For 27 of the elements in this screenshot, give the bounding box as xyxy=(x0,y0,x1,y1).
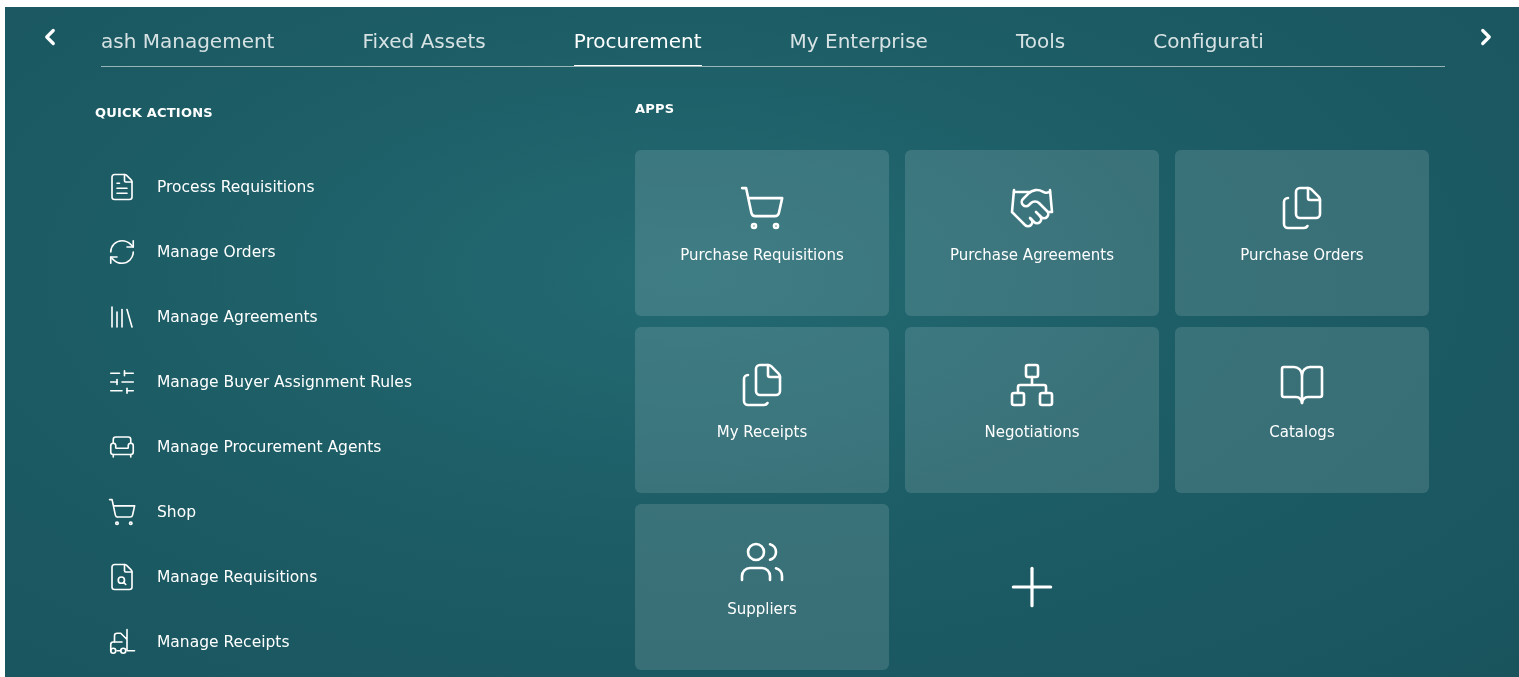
quick-action-link[interactable]: Manage Agreements xyxy=(107,284,635,349)
quick-action-link[interactable]: Manage Buyer Assignment Rules xyxy=(107,349,635,414)
app-tile[interactable]: Purchase Agreements xyxy=(905,150,1159,316)
quick-action-link[interactable]: Manage Orders xyxy=(107,219,635,284)
app-tile[interactable]: Catalogs xyxy=(1175,327,1429,493)
quick-action-link[interactable]: Shop xyxy=(107,479,635,544)
quick-action-link[interactable]: Manage Requisitions xyxy=(107,544,635,609)
nav-tab[interactable]: My Enterprise xyxy=(789,7,928,66)
network-icon xyxy=(1008,361,1056,409)
forklift-icon xyxy=(107,626,137,657)
nav-tab[interactable]: Configurati xyxy=(1153,7,1264,66)
nav-tab[interactable]: Fixed Assets xyxy=(362,7,486,66)
quick-action-link[interactable]: Manage Procurement Agents xyxy=(107,414,635,479)
app-tile[interactable]: My Receipts xyxy=(635,327,889,493)
quick-action-link[interactable]: Manage Receipts xyxy=(107,609,635,674)
cart-icon xyxy=(738,184,786,232)
nav-tab[interactable]: ash Management xyxy=(101,7,275,66)
app-tile[interactable]: Purchase Requisitions xyxy=(635,150,889,316)
section-heading: APPS xyxy=(635,101,676,116)
nav-tab[interactable]: Tools xyxy=(1015,7,1066,66)
nav-tab[interactable]: Procurement xyxy=(573,7,702,66)
app-tile[interactable]: Purchase Orders xyxy=(1175,150,1429,316)
cart-icon xyxy=(107,496,137,527)
section-heading: QUICK ACTIONS xyxy=(95,105,214,120)
app-tile[interactable]: Suppliers xyxy=(635,504,889,670)
app-tile[interactable]: Negotiations xyxy=(905,327,1159,493)
quick-action-link[interactable]: Process Requisitions xyxy=(107,154,635,219)
